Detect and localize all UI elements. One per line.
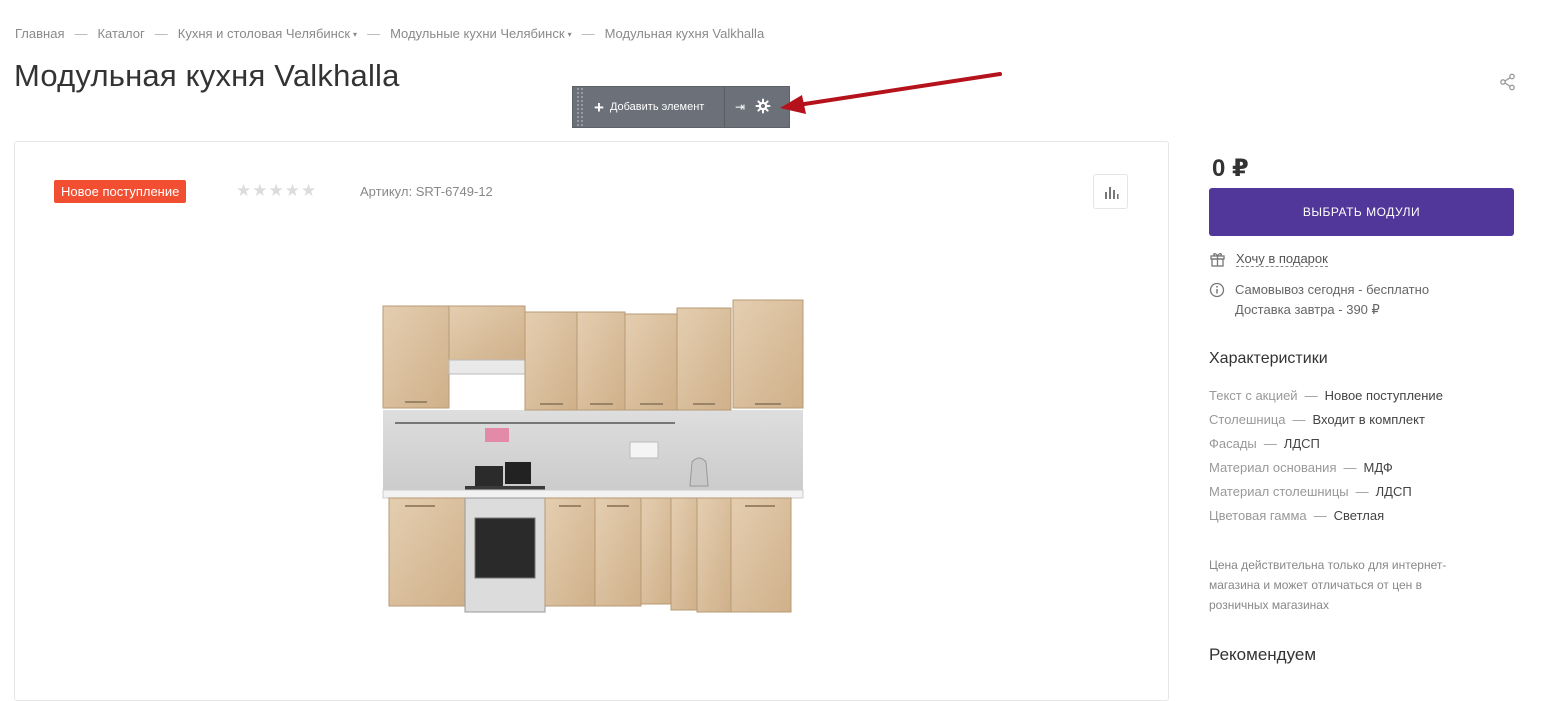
spec-key: Фасады [1209,436,1257,451]
gift-row: Хочу в подарок [1209,250,1328,267]
spec-row: Материал столешницы — ЛДСП [1209,480,1443,504]
breadcrumb-modular-kitchens[interactable]: Модульные кухни Челябинск ▾ [390,26,572,41]
annotation-arrow [780,72,1002,114]
spec-separator: — [1355,484,1369,499]
add-element-button[interactable]: + Добавить элемент [584,87,725,127]
spec-key: Материал основания [1209,460,1337,475]
delivery-text: Доставка завтра - 390 ₽ [1235,302,1380,317]
add-element-label: Добавить элемент [609,101,705,113]
spec-separator: — [1292,412,1306,427]
breadcrumb-kitchen-dining[interactable]: Кухня и столовая Челябинск ▾ [178,26,357,41]
spec-value: Светлая [1333,508,1385,523]
breadcrumb-home[interactable]: Главная [15,26,64,41]
breadcrumb-separator: — [581,26,595,41]
spec-row: Материал основания — МДФ [1209,456,1443,480]
spec-row: Цветовая гамма — Светлая [1209,504,1443,528]
pin-icon[interactable]: ⇥ [735,100,745,114]
recommend-title: Рекомендуем [1209,645,1317,664]
spec-value: Новое поступление [1324,388,1443,403]
plus-icon: + [594,97,604,117]
share-icon[interactable] [1498,72,1518,92]
characteristics-list: Текст с акцией — Новое поступление Столешн… [1209,384,1443,528]
characteristics-title: Характеристики [1209,350,1328,367]
chevron-down-icon[interactable]: ▾ [568,30,572,39]
breadcrumb-current: Модульная кухня Valkhalla [604,26,765,41]
spec-separator: — [1304,388,1318,403]
product-price: 0 ₽ [1212,155,1249,182]
pickup-text: Самовывоз сегодня - бесплатно [1235,282,1430,297]
chevron-down-icon[interactable]: ▾ [353,30,357,39]
price-note: Цена действительна только для интернет-м… [1209,558,1447,612]
breadcrumb-separator: — [74,26,88,41]
breadcrumb-separator: — [154,26,168,41]
spec-row: Фасады — ЛДСП [1209,432,1443,456]
spec-separator: — [1263,436,1277,451]
spec-row: Столешница — Входит в комплект [1209,408,1443,432]
compare-button[interactable] [1093,174,1128,209]
gift-icon [1210,253,1225,267]
spec-row: Текст с акцией — Новое поступление [1209,384,1443,408]
rating-stars[interactable]: ★★★★★ [236,181,317,201]
spec-value: Входит в комплект [1312,412,1425,427]
spec-key: Текст с акцией [1209,388,1298,403]
admin-toolbar: + Добавить элемент ⇥ [572,86,790,128]
breadcrumb-separator: — [367,26,381,41]
page-title: Модульная кухня Valkhalla [14,58,400,93]
product-image[interactable] [375,290,815,620]
breadcrumb: Главная — Каталог — Кухня и столовая Чел… [15,26,764,41]
new-arrival-badge: Новое поступление [54,180,187,203]
spec-value: МДФ [1363,460,1393,475]
chart-icon [1104,186,1119,199]
choose-modules-button[interactable]: ВЫБРАТЬ МОДУЛИ [1209,188,1514,236]
spec-separator: — [1343,460,1357,475]
product-sku: Артикул: SRT-6749-12 [360,184,493,199]
drag-handle[interactable] [576,87,584,127]
spec-key: Материал столешницы [1209,484,1349,499]
gift-link[interactable]: Хочу в подарок [1236,251,1328,267]
spec-key: Цветовая гамма [1209,508,1307,523]
info-icon [1209,282,1225,298]
breadcrumb-kitchen-dining-label: Кухня и столовая Челябинск [177,26,351,41]
spec-separator: — [1313,508,1327,523]
spec-value: ЛДСП [1283,436,1320,451]
spec-value: ЛДСП [1375,484,1412,499]
breadcrumb-modular-kitchens-label: Модульные кухни Челябинск [390,26,565,41]
breadcrumb-catalog[interactable]: Каталог [97,26,144,41]
delivery-info: Самовывоз сегодня - бесплатно Доставка з… [1209,280,1429,320]
spec-key: Столешница [1209,412,1286,427]
